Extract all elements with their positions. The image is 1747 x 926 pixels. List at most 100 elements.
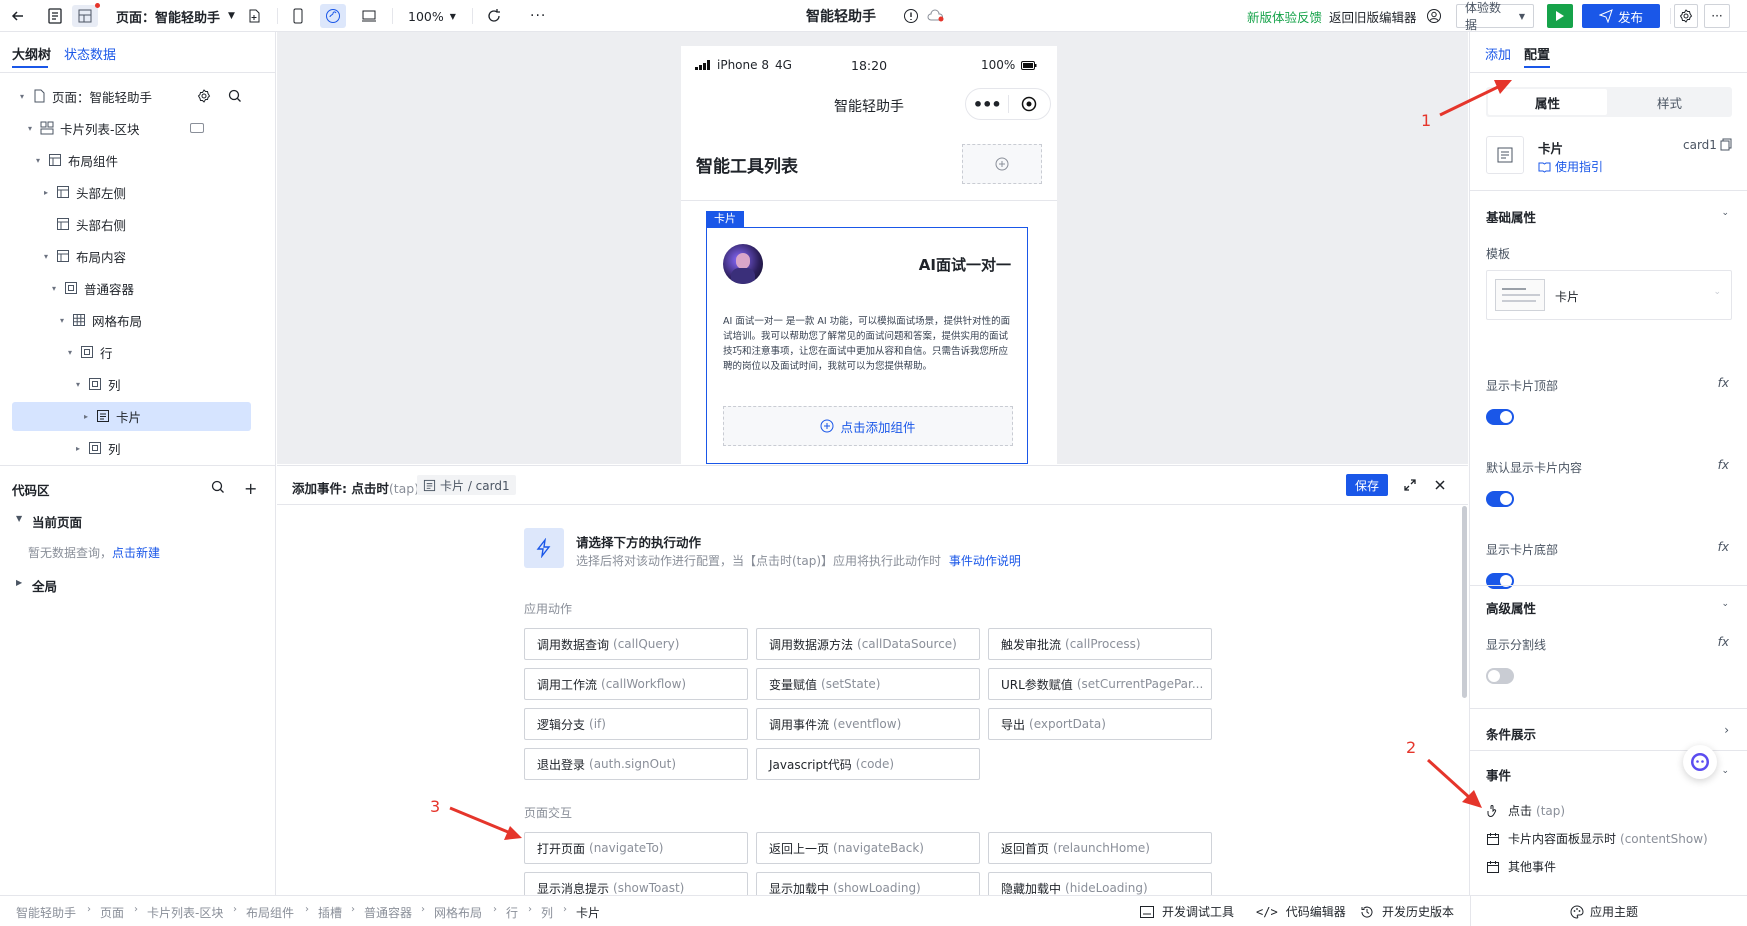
legacy-editor-link[interactable]: 返回旧版编辑器 xyxy=(1329,0,1417,32)
breadcrumb-item[interactable]: 页面 xyxy=(100,904,124,921)
action-option[interactable]: 调用数据查询 (callQuery) xyxy=(524,628,748,660)
breadcrumb-item[interactable]: 插槽 xyxy=(318,904,342,921)
tree-item[interactable]: ▾ 行 xyxy=(12,338,251,367)
preview-button[interactable] xyxy=(1547,0,1573,32)
tree-item[interactable]: ▸ 列 xyxy=(12,434,251,463)
action-option[interactable]: 导出 (exportData) xyxy=(988,708,1212,740)
tab-outline[interactable]: 大纲树 xyxy=(12,44,51,63)
global-group[interactable]: 全局 xyxy=(32,576,57,595)
tree-item[interactable]: ▸ 卡片 xyxy=(12,402,251,431)
action-option[interactable]: 退出登录 (auth.signOut) xyxy=(524,748,748,780)
caret-down-icon[interactable]: ▾ xyxy=(68,348,76,357)
tab-state-data[interactable]: 状态数据 xyxy=(64,44,116,63)
breadcrumb-item[interactable]: 布局组件 xyxy=(246,904,294,921)
tree-item[interactable]: ▾ 卡片列表-区块 xyxy=(12,114,251,143)
caret-down-icon[interactable]: ▾ xyxy=(28,124,36,133)
breadcrumb-item[interactable]: 普通容器 xyxy=(364,904,412,921)
action-option[interactable]: 调用事件流 (eventflow) xyxy=(756,708,980,740)
add-component-button[interactable]: 点击添加组件 xyxy=(723,406,1013,446)
event-item[interactable]: 其他事件 xyxy=(1486,858,1560,875)
action-option[interactable]: 返回首页 (relaunchHome) xyxy=(988,832,1212,864)
property-toggle[interactable] xyxy=(1486,491,1514,507)
miniprogram-view-icon[interactable] xyxy=(320,0,346,32)
action-option[interactable]: URL参数赋值 (setCurrentPagePar... xyxy=(988,668,1212,700)
chevron-down-icon[interactable]: ⌄ xyxy=(1721,766,1729,776)
close-capsule-icon[interactable] xyxy=(1008,96,1050,112)
caret-right-icon[interactable]: ▸ xyxy=(84,412,92,421)
add-page-icon[interactable] xyxy=(246,0,262,32)
tab-config[interactable]: 配置 xyxy=(1524,44,1550,63)
tree-item[interactable]: ▸ 头部左侧 xyxy=(12,178,251,207)
action-option[interactable]: 返回上一页 (navigateBack) xyxy=(756,832,980,864)
chevron-down-icon[interactable]: ⌄ xyxy=(1721,208,1729,218)
caret-down-icon[interactable]: ▾ xyxy=(52,284,60,293)
add-icon[interactable]: + xyxy=(244,479,257,498)
more-icon[interactable]: ··· xyxy=(530,0,546,32)
tree-item[interactable]: ▾ 网格布局 xyxy=(12,306,251,335)
caret-down-icon[interactable]: ▾ xyxy=(36,156,44,165)
caret-down-icon[interactable]: ▾ xyxy=(44,252,52,261)
action-option[interactable]: 变量赋值 (setState) xyxy=(756,668,980,700)
zoom-select[interactable]: 100% ▼ xyxy=(408,0,456,32)
tree-item[interactable]: ▾ 页面：智能轻助手 xyxy=(12,82,251,111)
save-button[interactable]: 保存 xyxy=(1346,474,1388,496)
settings-icon[interactable] xyxy=(1674,0,1698,32)
mobile-view-icon[interactable] xyxy=(291,0,305,32)
tree-item[interactable]: 头部右侧 xyxy=(12,210,251,239)
back-arrow-icon[interactable] xyxy=(10,0,26,32)
action-option[interactable]: 打开页面 (navigateTo) xyxy=(524,832,748,864)
action-option[interactable]: 触发审批流 (callProcess) xyxy=(988,628,1212,660)
tree-item[interactable]: ▾ 布局组件 xyxy=(12,146,251,175)
fx-icon[interactable]: fx xyxy=(1718,540,1729,554)
search-icon[interactable] xyxy=(228,89,242,103)
overflow-menu-icon[interactable]: ··· xyxy=(1704,0,1730,32)
fx-icon[interactable]: fx xyxy=(1718,376,1729,390)
expand-icon[interactable] xyxy=(1403,478,1417,492)
assistant-bot-icon[interactable] xyxy=(1683,745,1717,779)
current-page-group[interactable]: 当前页面 xyxy=(32,512,82,531)
breadcrumb-item[interactable]: 卡片列表-区块 xyxy=(147,904,223,921)
history-button[interactable]: 开发历史版本 xyxy=(1360,903,1454,920)
search-icon[interactable] xyxy=(211,480,225,494)
desktop-view-icon[interactable] xyxy=(361,0,377,32)
more-dots-icon[interactable]: ••• xyxy=(966,95,1008,114)
caret-right-icon[interactable]: ▸ xyxy=(44,188,52,197)
subtab-properties[interactable]: 属性 xyxy=(1488,89,1607,115)
chevron-right-icon[interactable]: › xyxy=(1724,723,1729,737)
caret-right-icon[interactable]: ▸ xyxy=(76,444,84,453)
property-toggle[interactable] xyxy=(1486,409,1514,425)
breadcrumb-item[interactable]: 智能轻助手 xyxy=(16,904,76,921)
breadcrumb-item[interactable]: 行 xyxy=(506,904,518,921)
chevron-down-icon[interactable]: ⌄ xyxy=(1721,599,1729,609)
add-slot-button[interactable] xyxy=(962,144,1042,184)
breadcrumb-item[interactable]: 卡片 xyxy=(576,904,600,921)
copy-icon[interactable] xyxy=(1720,138,1732,151)
caret-down-icon[interactable]: ▾ xyxy=(76,380,84,389)
caret-right-icon[interactable]: ▶ xyxy=(16,578,22,587)
breadcrumb-item[interactable]: 网格布局 xyxy=(434,904,482,921)
caret-down-icon[interactable]: ▾ xyxy=(20,92,28,101)
action-option[interactable]: 逻辑分支 (if) xyxy=(524,708,748,740)
close-icon[interactable] xyxy=(1433,478,1447,492)
template-select[interactable]: 卡片 ⌄ xyxy=(1486,270,1732,320)
basic-section-title[interactable]: 基础属性 xyxy=(1486,207,1536,226)
data-select[interactable]: 体验数据 ▼ xyxy=(1456,0,1534,32)
gear-icon[interactable] xyxy=(197,89,211,103)
property-toggle[interactable] xyxy=(1486,573,1514,589)
tab-add[interactable]: 添加 xyxy=(1485,44,1511,63)
new-query-link[interactable]: 点击新建 xyxy=(112,546,160,560)
info-icon[interactable] xyxy=(903,0,919,32)
fx-icon[interactable]: fx xyxy=(1718,635,1729,649)
tree-item[interactable]: ▾ 普通容器 xyxy=(12,274,251,303)
refresh-icon[interactable] xyxy=(486,0,502,32)
page-select[interactable]: 页面：智能轻助手 ▼ xyxy=(116,0,235,32)
tree-item[interactable]: ▾ 列 xyxy=(12,370,251,399)
code-editor-button[interactable]: </> 代码编辑器 xyxy=(1256,903,1346,920)
help-link[interactable]: 事件动作说明 xyxy=(949,554,1021,568)
card-component[interactable]: AI面试一对一 AI 面试一对一 是一款 AI 功能，可以模拟面试场景，提供针对… xyxy=(706,227,1028,464)
publish-button[interactable]: 发布 xyxy=(1582,0,1660,32)
debug-tool-button[interactable]: 开发调试工具 xyxy=(1140,903,1234,920)
feedback-link[interactable]: 新版体验反馈 xyxy=(1247,0,1322,32)
app-theme-button[interactable]: 应用主题 xyxy=(1570,903,1638,920)
capsule-menu[interactable]: ••• xyxy=(965,88,1051,120)
